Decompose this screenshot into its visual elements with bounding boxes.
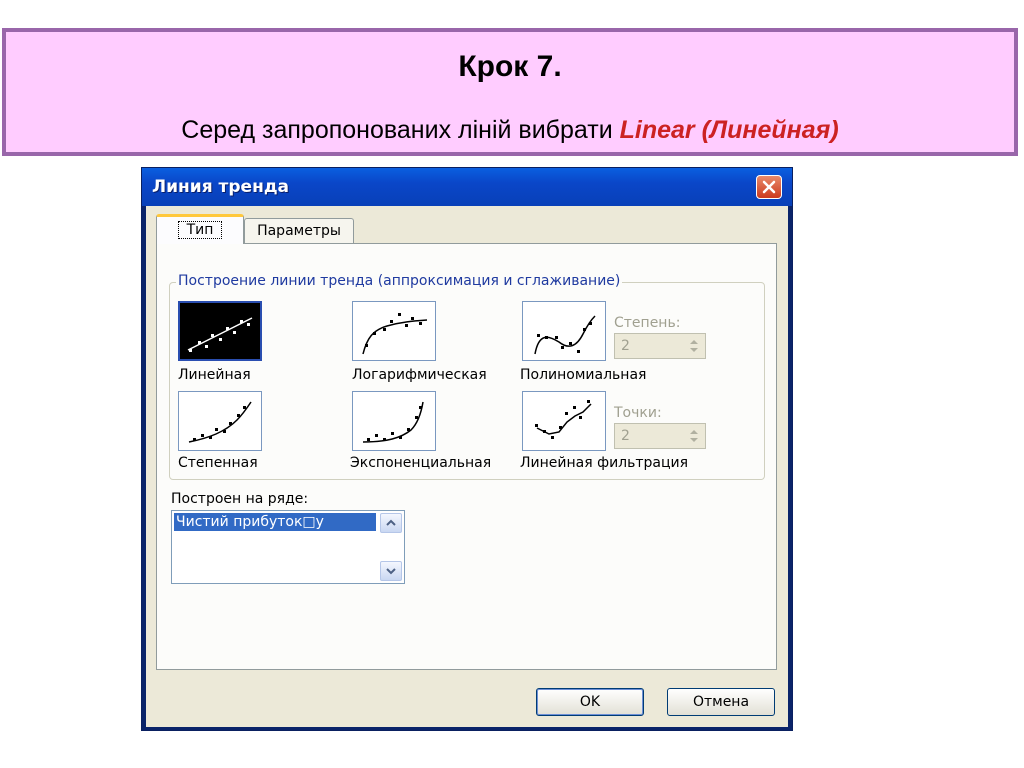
period-value: 2 bbox=[621, 428, 630, 444]
moving-average-trend-label: Линейная фильтрация bbox=[520, 455, 689, 471]
instruction-highlight: Linear (Линейная) bbox=[619, 116, 839, 144]
cancel-button[interactable]: Отмена bbox=[667, 688, 775, 716]
degree-label: Степень: bbox=[614, 315, 681, 331]
linear-trend-label: Линейная bbox=[178, 367, 251, 383]
tab-parameters-label: Параметры bbox=[257, 223, 341, 239]
moving-average-trend-option[interactable] bbox=[522, 391, 606, 451]
polynomial-trend-icon bbox=[534, 315, 596, 355]
polynomial-trend-label: Полиномиальная bbox=[520, 367, 647, 383]
logarithmic-trend-option[interactable] bbox=[352, 301, 436, 361]
tab-type-label: Тип bbox=[177, 221, 223, 239]
chevron-up-icon bbox=[386, 519, 396, 526]
tab-type[interactable]: Тип bbox=[156, 214, 244, 244]
power-trend-icon bbox=[188, 401, 252, 443]
logarithmic-trend-label: Логарифмическая bbox=[352, 367, 487, 383]
group-label: Построение линии тренда (аппроксимация и… bbox=[176, 273, 623, 289]
close-button[interactable] bbox=[756, 175, 782, 199]
exponential-trend-option[interactable] bbox=[352, 391, 436, 451]
logarithmic-trend-icon bbox=[362, 313, 428, 355]
instruction-text: Серед запропонованих ліній вибрати bbox=[181, 116, 620, 144]
degree-value: 2 bbox=[621, 338, 630, 354]
spin-arrows-icon bbox=[690, 340, 698, 352]
slide-title: Крок 7. bbox=[458, 50, 562, 83]
linear-trend-icon bbox=[187, 317, 253, 352]
dialog-titlebar[interactable]: Линия тренда bbox=[142, 168, 792, 206]
period-label: Точки: bbox=[614, 405, 662, 421]
chevron-down-icon bbox=[386, 568, 396, 575]
slide-instruction: Серед запропонованих ліній вибрати Linea… bbox=[6, 116, 1014, 145]
series-list-item[interactable]: Чистий прибуток□у bbox=[174, 513, 376, 531]
dialog-client-area: Тип Параметры Построение линии тренда (а… bbox=[146, 206, 788, 727]
ok-button[interactable]: OK bbox=[536, 688, 644, 716]
degree-spinner[interactable]: 2 bbox=[614, 333, 706, 359]
power-trend-label: Степенная bbox=[178, 455, 258, 471]
series-label: Построен на ряде: bbox=[171, 491, 309, 507]
trendline-dialog: Линия тренда Тип Параметры Построение ли… bbox=[141, 167, 793, 731]
tab-parameters[interactable]: Параметры bbox=[244, 218, 354, 244]
close-icon bbox=[762, 180, 776, 194]
period-spinner[interactable]: 2 bbox=[614, 423, 706, 449]
trend-type-group: Построение линии тренда (аппроксимация и… bbox=[169, 273, 765, 480]
spin-arrows-icon bbox=[690, 430, 698, 442]
power-trend-option[interactable] bbox=[178, 391, 262, 451]
scroll-down-button[interactable] bbox=[380, 561, 402, 581]
linear-trend-option[interactable] bbox=[178, 301, 262, 361]
slide-banner: Крок 7. Серед запропонованих ліній вибра… bbox=[2, 28, 1018, 156]
exponential-trend-label: Экспоненциальная bbox=[350, 455, 492, 471]
moving-average-trend-icon bbox=[535, 400, 592, 439]
tab-panel-type: Построение линии тренда (аппроксимация и… bbox=[156, 243, 777, 670]
series-listbox[interactable]: Чистий прибуток□у bbox=[171, 510, 405, 584]
polynomial-trend-option[interactable] bbox=[522, 301, 606, 361]
exponential-trend-icon bbox=[362, 401, 424, 443]
dialog-title: Линия тренда bbox=[152, 177, 290, 197]
scroll-up-button[interactable] bbox=[380, 513, 402, 533]
